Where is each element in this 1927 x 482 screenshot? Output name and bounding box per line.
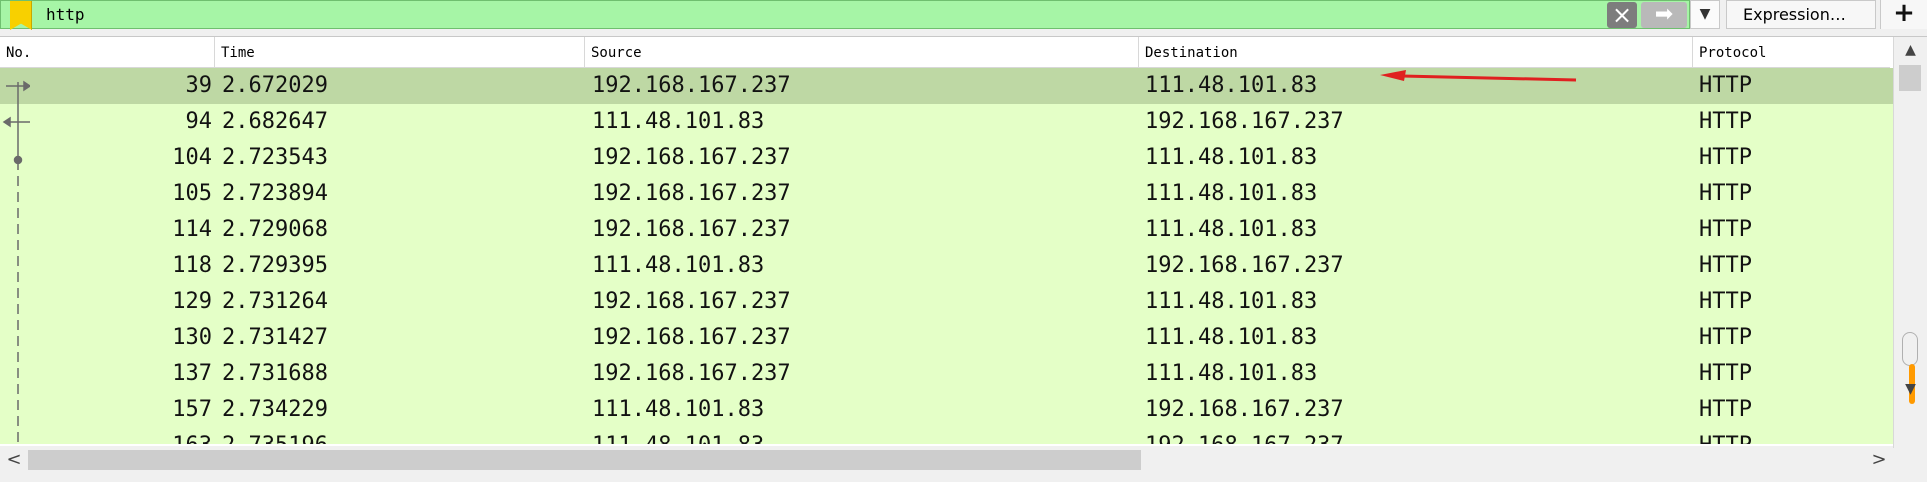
expression-button[interactable]: Expression…: [1726, 0, 1876, 29]
packet-time: 2.729068: [222, 217, 328, 242]
add-filter-button-button[interactable]: +: [1880, 0, 1927, 29]
packet-protocol: HTTP: [1699, 73, 1752, 98]
scroll-left-icon[interactable]: <: [0, 446, 28, 474]
packet-number: 130: [172, 325, 212, 350]
packet-protocol: HTTP: [1699, 289, 1752, 314]
packet-number: 114: [172, 217, 212, 242]
annotation-arrow-icon: [1380, 70, 1577, 82]
table-row[interactable]: 104 2.723543 192.168.167.237 111.48.101.83 H…: [0, 140, 1893, 176]
packet-destination: 111.48.101.83: [1145, 73, 1318, 98]
packet-protocol: HTTP: [1699, 145, 1752, 170]
packet-time: 2.729395: [222, 253, 328, 278]
filter-history-dropdown[interactable]: ▼: [1690, 0, 1720, 29]
table-row[interactable]: 94 2.682647 111.48.101.83 192.168.167.237 HT…: [0, 104, 1893, 140]
packet-source: 192.168.167.237: [592, 325, 791, 350]
packet-source: 192.168.167.237: [592, 181, 791, 206]
filter-text[interactable]: http: [46, 5, 85, 24]
packet-source: 111.48.101.83: [592, 109, 765, 134]
packet-source: 192.168.167.237: [592, 73, 791, 98]
packet-number: 39: [185, 73, 213, 98]
packet-destination: 111.48.101.83: [1145, 217, 1318, 242]
packet-destination: 192.168.167.237: [1145, 428, 1344, 444]
table-row[interactable]: 129 2.731264 192.168.167.237 111.48.101.83 H…: [0, 284, 1893, 320]
packet-destination: 192.168.167.237: [1145, 253, 1344, 278]
table-row[interactable]: 130 2.731427 192.168.167.237 111.48.101.83 H…: [0, 320, 1893, 356]
arrow-right-icon: ➡: [1654, 2, 1674, 27]
packet-destination: 111.48.101.83: [1145, 145, 1318, 170]
apply-filter-button[interactable]: ➡: [1641, 2, 1687, 28]
plus-icon: +: [1893, 0, 1915, 28]
packet-number: 118: [172, 253, 212, 278]
packet-number: 137: [172, 361, 212, 386]
packet-number: 94: [185, 109, 213, 134]
packet-source: 192.168.167.237: [592, 217, 791, 242]
column-header-protocol[interactable]: Protocol: [1692, 37, 1890, 67]
packet-time: 2.734229: [222, 397, 328, 422]
packet-number: 105: [172, 181, 212, 206]
column-header-source[interactable]: Source: [584, 37, 1138, 67]
packet-list-header: No. Time Source Destination Protocol: [0, 37, 1890, 68]
packet-list: No. Time Source Destination Protocol 39 2…: [0, 36, 1927, 448]
packet-number: 157: [172, 397, 212, 422]
packet-destination: 111.48.101.83: [1145, 181, 1318, 206]
packet-time: 2.723543: [222, 145, 328, 170]
status-strip: [0, 474, 1927, 482]
packet-time: 2.723894: [222, 181, 328, 206]
chevron-down-icon: ▼: [1699, 6, 1711, 22]
packet-protocol: HTTP: [1699, 109, 1752, 134]
minimap-range-indicator: [1902, 332, 1918, 366]
packet-number: 163: [0, 428, 212, 444]
packet-source: 111.48.101.83: [592, 397, 765, 422]
column-header-destination[interactable]: Destination: [1138, 37, 1692, 67]
packet-destination: 192.168.167.237: [1145, 109, 1344, 134]
bookmark-icon[interactable]: [10, 1, 32, 30]
scroll-right-icon[interactable]: >: [1865, 446, 1893, 474]
table-row[interactable]: 114 2.729068 192.168.167.237 111.48.101.83 H…: [0, 212, 1893, 248]
packet-rows: 39 2.672029 192.168.167.237 111.48.101.83 HT…: [0, 68, 1893, 444]
horizontal-scrollbar[interactable]: < >: [0, 446, 1893, 474]
display-filter-toolbar: http × ➡ ▼ Expression… +: [0, 0, 1927, 31]
vertical-scroll-thumb[interactable]: [1899, 65, 1921, 91]
packet-destination: 111.48.101.83: [1145, 325, 1318, 350]
table-row[interactable]: 39 2.672029 192.168.167.237 111.48.101.83 HT…: [0, 68, 1893, 104]
packet-time: 2.672029: [222, 73, 328, 98]
scroll-up-icon[interactable]: ▲: [1894, 39, 1927, 61]
table-row[interactable]: 118 2.729395 111.48.101.83 192.168.167.237 H…: [0, 248, 1893, 284]
table-row[interactable]: 157 2.734229 111.48.101.83 192.168.167.237 H…: [0, 392, 1893, 428]
horizontal-scroll-thumb[interactable]: [28, 450, 1141, 470]
column-header-no[interactable]: No.: [0, 37, 214, 67]
table-row[interactable]: 137 2.731688 192.168.167.237 111.48.101.83 H…: [0, 356, 1893, 392]
packet-protocol: HTTP: [1699, 428, 1752, 444]
packet-source: 192.168.167.237: [592, 289, 791, 314]
packet-protocol: HTTP: [1699, 181, 1752, 206]
scroll-down-icon[interactable]: ▼: [1894, 378, 1927, 400]
table-row[interactable]: 163 2.735196 111.48.101.83 192.168.167.237 H…: [0, 428, 1893, 444]
packet-time: 2.731264: [222, 289, 328, 314]
packet-time: 2.731427: [222, 325, 328, 350]
packet-protocol: HTTP: [1699, 361, 1752, 386]
vertical-scrollbar[interactable]: ▲ ▼: [1893, 37, 1927, 448]
packet-destination: 111.48.101.83: [1145, 361, 1318, 386]
packet-protocol: HTTP: [1699, 253, 1752, 278]
packet-time: 2.682647: [222, 109, 328, 134]
packet-destination: 192.168.167.237: [1145, 397, 1344, 422]
packet-destination: 111.48.101.83: [1145, 289, 1318, 314]
packet-number: 104: [172, 145, 212, 170]
clear-filter-button[interactable]: ×: [1607, 2, 1637, 28]
packet-protocol: HTTP: [1699, 217, 1752, 242]
packet-time: 2.731688: [222, 361, 328, 386]
display-filter-input[interactable]: http × ➡: [0, 0, 1690, 30]
column-header-time[interactable]: Time: [214, 37, 584, 67]
packet-source: 192.168.167.237: [592, 145, 791, 170]
packet-source: 111.48.101.83: [592, 253, 765, 278]
packet-protocol: HTTP: [1699, 397, 1752, 422]
close-icon: ×: [1611, 1, 1633, 29]
packet-protocol: HTTP: [1699, 325, 1752, 350]
table-row[interactable]: 105 2.723894 192.168.167.237 111.48.101.83 H…: [0, 176, 1893, 212]
packet-source: 111.48.101.83: [592, 428, 764, 444]
packet-source: 192.168.167.237: [592, 361, 791, 386]
packet-time: 2.735196: [222, 428, 328, 444]
packet-number: 129: [172, 289, 212, 314]
